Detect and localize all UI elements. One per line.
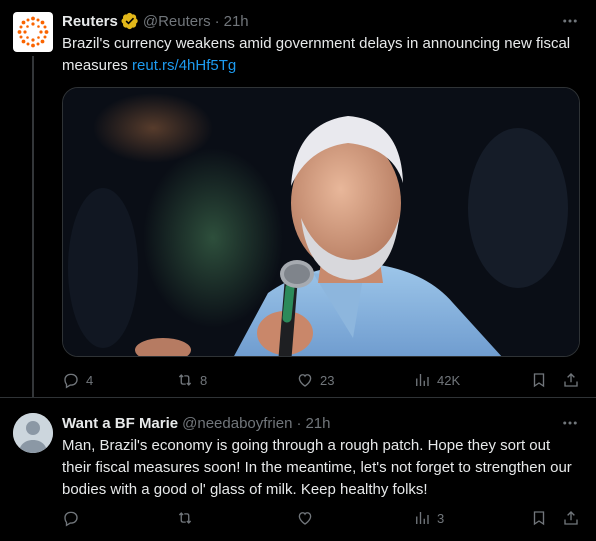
- photo-man-speaking-microphone: [63, 88, 579, 356]
- bookmark-icon: [533, 511, 545, 526]
- reply-icon: [64, 373, 78, 389]
- more-icon[interactable]: [558, 11, 582, 31]
- post-time[interactable]: 21h: [224, 13, 249, 30]
- post-header: Want a BF Marie @needaboyfrien · 21h: [62, 413, 330, 433]
- post-actions: 4 8 23 42K: [62, 370, 582, 390]
- repost-icon: [178, 512, 192, 524]
- like-icon: [298, 374, 312, 387]
- post-reply[interactable]: Want a BF Marie @needaboyfrien · 21h Man…: [0, 397, 596, 541]
- bookmark-icon: [533, 373, 545, 388]
- repost-button[interactable]: [176, 508, 194, 528]
- like-count: 23: [320, 372, 335, 388]
- author-name[interactable]: Reuters: [62, 13, 118, 30]
- views-count: 42K: [437, 372, 461, 388]
- post-text: Brazil's currency weakens amid governmen…: [62, 33, 582, 77]
- author-handle[interactable]: @needaboyfrien: [182, 415, 292, 432]
- like-icon: [298, 512, 312, 525]
- share-icon: [564, 511, 578, 525]
- reuters-logo-icon: [17, 16, 49, 48]
- like-button[interactable]: 23: [296, 370, 334, 390]
- article-link[interactable]: reut.rs/4hHf5Tg: [132, 57, 236, 74]
- post-reuters[interactable]: Reuters @Reuters · 21h Brazil's currency…: [0, 0, 596, 397]
- views-button[interactable]: 3: [413, 508, 444, 528]
- author-name[interactable]: Want a BF Marie: [62, 415, 178, 432]
- separator-dot: ·: [214, 12, 220, 30]
- share-icon: [564, 373, 578, 387]
- post-header: Reuters @Reuters · 21h: [62, 11, 249, 31]
- verified-badge-icon[interactable]: [121, 12, 139, 30]
- reuters-avatar[interactable]: [13, 12, 53, 52]
- post-actions: 3: [62, 508, 582, 528]
- views-button[interactable]: 42K: [413, 370, 460, 390]
- more-icon[interactable]: [558, 413, 582, 433]
- post-time[interactable]: 21h: [305, 415, 330, 432]
- share-button[interactable]: [562, 370, 580, 390]
- separator-dot: ·: [296, 414, 302, 432]
- views-icon: [416, 512, 429, 524]
- repost-icon: [178, 374, 192, 386]
- author-handle[interactable]: @Reuters: [143, 13, 211, 30]
- views-icon: [416, 374, 429, 386]
- reply-button[interactable]: 4: [62, 370, 93, 390]
- repost-button[interactable]: 8: [176, 370, 207, 390]
- default-profile-icon: [13, 413, 53, 453]
- bookmark-button[interactable]: [530, 370, 548, 390]
- post-image[interactable]: [62, 87, 580, 357]
- share-button[interactable]: [562, 508, 580, 528]
- default-avatar[interactable]: [13, 413, 53, 453]
- reply-count: 4: [86, 372, 94, 388]
- bookmark-button[interactable]: [530, 508, 548, 528]
- reply-icon: [64, 511, 78, 527]
- post-text: Man, Brazil's economy is going through a…: [62, 437, 572, 498]
- thread-connector-line: [32, 56, 34, 397]
- views-count: 3: [437, 510, 445, 526]
- like-button[interactable]: [296, 508, 314, 528]
- reply-button[interactable]: [62, 508, 80, 528]
- repost-count: 8: [200, 372, 208, 388]
